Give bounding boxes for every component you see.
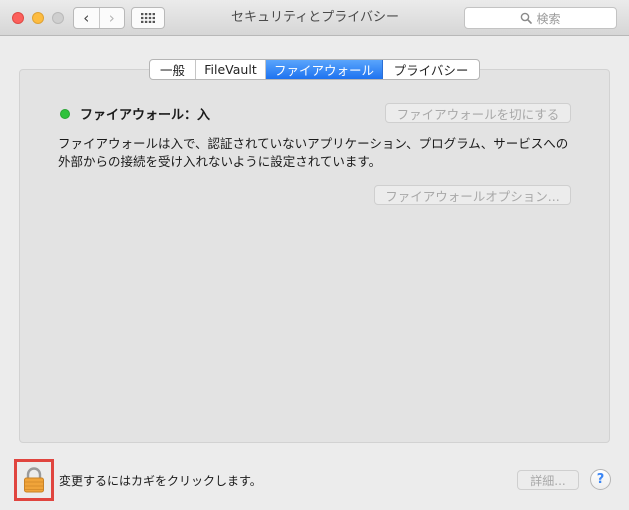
firewall-description: ファイアウォールは入で、認証されていないアプリケーション、プログラム、サービスへ… <box>58 135 578 171</box>
description-line-1: ファイアウォールは入で、認証されていないアプリケーション、プログラム、サービスへ… <box>58 136 569 151</box>
help-button[interactable]: ? <box>590 469 611 490</box>
grid-icon <box>141 13 155 23</box>
advanced-button[interactable]: 詳細... <box>517 470 579 490</box>
title-bar: ‹ › セキュリティとプライバシー 検索 <box>0 0 629 36</box>
navigation-buttons: ‹ › <box>73 7 125 29</box>
question-mark-icon: ? <box>596 472 605 487</box>
system-preferences-window: ‹ › セキュリティとプライバシー 検索 一般 FileVault ファイアウォ… <box>0 0 629 510</box>
tab-general[interactable]: 一般 <box>150 60 196 79</box>
chevron-right-icon: › <box>108 9 115 27</box>
firewall-status-label: ファイアウォール：入 <box>80 108 211 123</box>
back-button[interactable]: ‹ <box>74 8 100 28</box>
show-all-button[interactable] <box>131 7 165 29</box>
close-window-button[interactable] <box>12 12 24 24</box>
firewall-status: ファイアウォール：入 <box>60 104 210 123</box>
tab-privacy[interactable]: プライバシー <box>383 60 479 79</box>
forward-button[interactable]: › <box>100 8 125 28</box>
firewall-options-button[interactable]: ファイアウォールオプション... <box>374 185 571 205</box>
status-indicator-icon <box>60 108 70 119</box>
lock-instruction-label: 変更するにはカギをクリックします。 <box>59 474 262 488</box>
lock-button[interactable] <box>14 459 54 501</box>
description-line-2: 外部からの接続を受け入れないように設定されています。 <box>58 154 382 169</box>
tab-bar: 一般 FileVault ファイアウォール プライバシー <box>149 59 480 80</box>
search-icon <box>521 12 533 24</box>
minimize-window-button[interactable] <box>32 12 44 24</box>
tab-filevault[interactable]: FileVault <box>196 60 266 79</box>
lock-icon <box>24 467 44 493</box>
firewall-panel <box>19 69 610 443</box>
zoom-window-button[interactable] <box>52 12 64 24</box>
chevron-left-icon: ‹ <box>83 9 90 27</box>
search-placeholder: 検索 <box>536 11 561 26</box>
window-title: セキュリティとプライバシー <box>231 10 399 25</box>
turn-off-firewall-button[interactable]: ファイアウォールを切にする <box>385 103 571 123</box>
search-field[interactable]: 検索 <box>464 7 617 29</box>
tab-firewall[interactable]: ファイアウォール <box>266 60 383 79</box>
